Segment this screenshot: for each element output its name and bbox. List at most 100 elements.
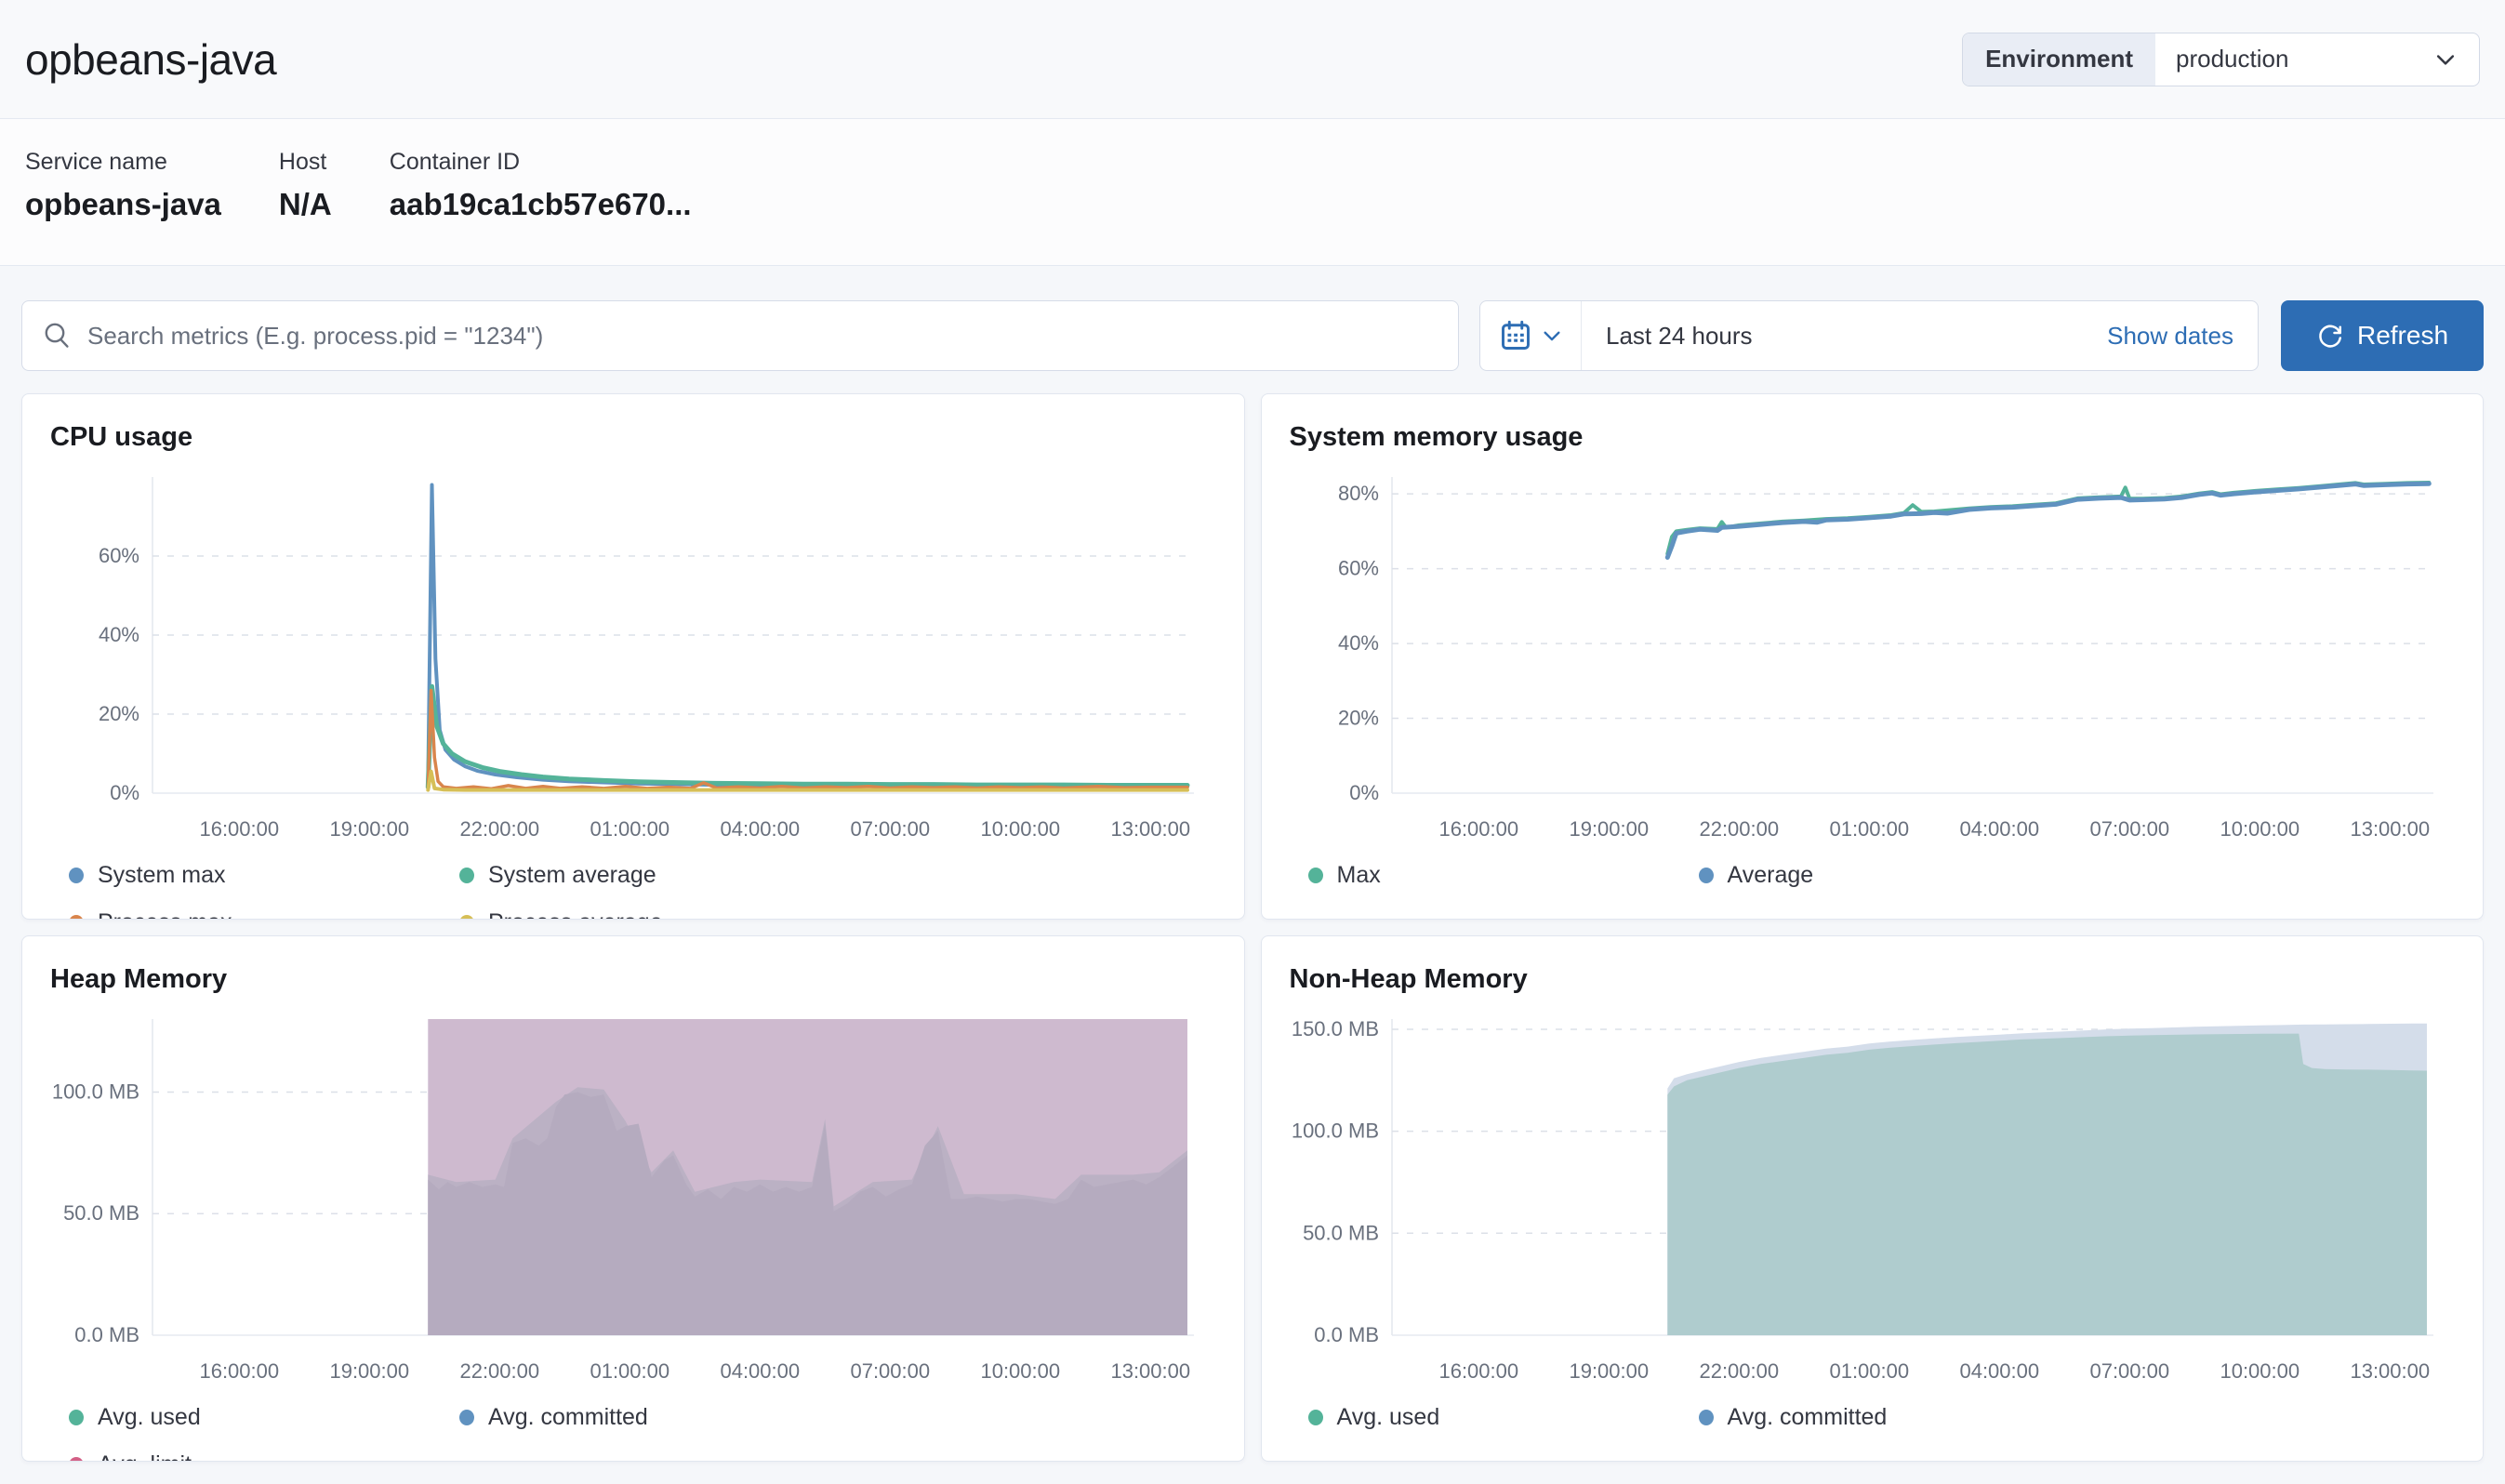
svg-text:04:00:00: 04:00:00 bbox=[1959, 1359, 2039, 1383]
legend-dot-icon bbox=[459, 915, 474, 920]
date-picker: Last 24 hours Show dates bbox=[1479, 300, 2259, 371]
svg-text:60%: 60% bbox=[99, 544, 139, 567]
service-info-bar: Service name opbeans-java Host N/A Conta… bbox=[0, 119, 2505, 266]
refresh-label: Refresh bbox=[2357, 321, 2448, 351]
svg-text:100.0 MB: 100.0 MB bbox=[1291, 1120, 1378, 1143]
heap-memory-legend: Avg. used Avg. committed Avg. limit bbox=[69, 1404, 1216, 1462]
refresh-icon bbox=[2316, 322, 2357, 350]
svg-text:16:00:00: 16:00:00 bbox=[199, 1359, 279, 1383]
legend-item[interactable]: Process max bbox=[69, 909, 459, 920]
cpu-usage-legend: System max System average Process maxProce… bbox=[69, 862, 1216, 920]
heap-memory-chart[interactable]: 0.0 MB50.0 MB100.0 MB16:00:0019:00:0022:… bbox=[50, 1004, 1226, 1395]
host-value: N/A bbox=[279, 187, 332, 222]
environment-value: production bbox=[2176, 45, 2288, 73]
legend-dot-icon bbox=[69, 915, 84, 920]
svg-text:01:00:00: 01:00:00 bbox=[1829, 1359, 1909, 1383]
search-input[interactable] bbox=[87, 322, 1438, 351]
legend-label: Avg. committed bbox=[1728, 1404, 1888, 1431]
svg-text:16:00:00: 16:00:00 bbox=[1438, 1359, 1518, 1383]
svg-text:40%: 40% bbox=[1337, 631, 1378, 655]
svg-text:04:00:00: 04:00:00 bbox=[720, 817, 800, 841]
svg-text:19:00:00: 19:00:00 bbox=[1569, 1359, 1649, 1383]
legend-dot-icon bbox=[459, 1410, 474, 1425]
metrics-search-box bbox=[21, 300, 1459, 371]
legend-item[interactable]: Avg. committed bbox=[1699, 1404, 2089, 1431]
legend-item[interactable]: Average bbox=[1699, 862, 2089, 889]
cpu-usage-chart[interactable]: 0%20%40%60%16:00:0019:00:0022:00:0001:00… bbox=[50, 462, 1226, 853]
svg-text:10:00:00: 10:00:00 bbox=[2220, 1359, 2300, 1383]
svg-text:16:00:00: 16:00:00 bbox=[1438, 817, 1518, 841]
svg-text:07:00:00: 07:00:00 bbox=[850, 817, 930, 841]
svg-text:20%: 20% bbox=[99, 702, 139, 725]
environment-select[interactable]: production bbox=[2155, 33, 2479, 86]
non-heap-memory-chart[interactable]: 0.0 MB50.0 MB100.0 MB150.0 MB16:00:0019:… bbox=[1290, 1004, 2466, 1395]
svg-text:0%: 0% bbox=[110, 781, 139, 804]
environment-control: Environment production bbox=[1962, 33, 2480, 86]
svg-text:22:00:00: 22:00:00 bbox=[459, 1359, 539, 1383]
system-memory-legend: Max Average bbox=[1308, 862, 2456, 909]
svg-text:40%: 40% bbox=[99, 623, 139, 646]
legend-dot-icon bbox=[69, 868, 84, 883]
cpu-usage-panel: CPU usage 0%20%40%60%16:00:0019:00:0022:… bbox=[21, 393, 1245, 920]
svg-text:10:00:00: 10:00:00 bbox=[980, 1359, 1060, 1383]
system-memory-panel: System memory usage 0%20%40%60%80%16:00:… bbox=[1261, 393, 2485, 920]
container-id-value: aab19ca1cb57e670... bbox=[390, 187, 692, 222]
legend-item[interactable]: System average bbox=[459, 862, 850, 889]
chevron-down-icon bbox=[2432, 46, 2459, 73]
legend-item[interactable]: Avg. used bbox=[1308, 1404, 1699, 1431]
toolbar: Last 24 hours Show dates Refresh bbox=[21, 300, 2484, 371]
svg-text:50.0 MB: 50.0 MB bbox=[63, 1201, 139, 1225]
legend-dot-icon bbox=[1699, 868, 1714, 883]
svg-text:13:00:00: 13:00:00 bbox=[1110, 817, 1190, 841]
legend-label: Avg. used bbox=[1337, 1404, 1440, 1431]
svg-text:01:00:00: 01:00:00 bbox=[590, 817, 669, 841]
legend-item[interactable]: Max bbox=[1308, 862, 1699, 889]
legend-label: Average bbox=[1728, 862, 1814, 889]
host-label: Host bbox=[279, 149, 332, 176]
legend-label: Max bbox=[1337, 862, 1381, 889]
system-memory-title: System memory usage bbox=[1290, 422, 2456, 453]
search-icon bbox=[43, 321, 73, 351]
non-heap-memory-panel: Non-Heap Memory 0.0 MB50.0 MB100.0 MB150… bbox=[1261, 935, 2485, 1462]
date-quick-select-button[interactable] bbox=[1480, 301, 1582, 370]
svg-text:13:00:00: 13:00:00 bbox=[2350, 817, 2430, 841]
legend-dot-icon bbox=[459, 868, 474, 883]
legend-item[interactable]: Avg. limit bbox=[69, 1451, 459, 1462]
svg-text:60%: 60% bbox=[1337, 557, 1378, 580]
show-dates-link[interactable]: Show dates bbox=[2107, 322, 2258, 351]
svg-text:07:00:00: 07:00:00 bbox=[850, 1359, 930, 1383]
svg-text:07:00:00: 07:00:00 bbox=[2089, 1359, 2169, 1383]
legend-item[interactable]: Process average bbox=[459, 909, 850, 920]
svg-text:04:00:00: 04:00:00 bbox=[720, 1359, 800, 1383]
non-heap-memory-title: Non-Heap Memory bbox=[1290, 964, 2456, 995]
page-header: opbeans-java Environment production bbox=[0, 0, 2505, 119]
page-title: opbeans-java bbox=[25, 34, 276, 85]
legend-dot-icon bbox=[69, 1457, 84, 1462]
cpu-usage-title: CPU usage bbox=[50, 422, 1216, 453]
non-heap-memory-legend: Avg. used Avg. committed bbox=[1308, 1404, 2456, 1451]
system-memory-chart[interactable]: 0%20%40%60%80%16:00:0019:00:0022:00:0001… bbox=[1290, 462, 2466, 853]
legend-item[interactable]: System max bbox=[69, 862, 459, 889]
host-field: Host N/A bbox=[279, 149, 332, 222]
heap-memory-title: Heap Memory bbox=[50, 964, 1216, 995]
legend-dot-icon bbox=[69, 1410, 84, 1425]
svg-text:22:00:00: 22:00:00 bbox=[1699, 817, 1779, 841]
time-range-value[interactable]: Last 24 hours bbox=[1582, 322, 2107, 351]
heap-memory-panel: Heap Memory 0.0 MB50.0 MB100.0 MB16:00:0… bbox=[21, 935, 1245, 1462]
legend-dot-icon bbox=[1308, 1410, 1323, 1425]
svg-text:0.0 MB: 0.0 MB bbox=[1314, 1323, 1379, 1346]
container-id-field: Container ID aab19ca1cb57e670... bbox=[390, 149, 692, 222]
svg-text:13:00:00: 13:00:00 bbox=[1110, 1359, 1190, 1383]
service-name-label: Service name bbox=[25, 149, 221, 176]
legend-label: Avg. used bbox=[98, 1404, 201, 1431]
svg-text:50.0 MB: 50.0 MB bbox=[1303, 1221, 1379, 1244]
svg-text:10:00:00: 10:00:00 bbox=[2220, 817, 2300, 841]
svg-text:01:00:00: 01:00:00 bbox=[1829, 817, 1909, 841]
legend-item[interactable]: Avg. used bbox=[69, 1404, 459, 1431]
service-name-field: Service name opbeans-java bbox=[25, 149, 221, 222]
svg-text:07:00:00: 07:00:00 bbox=[2089, 817, 2169, 841]
legend-label: System average bbox=[488, 862, 656, 889]
environment-label: Environment bbox=[1963, 33, 2155, 86]
refresh-button[interactable]: Refresh bbox=[2281, 300, 2484, 371]
legend-item[interactable]: Avg. committed bbox=[459, 1404, 850, 1431]
